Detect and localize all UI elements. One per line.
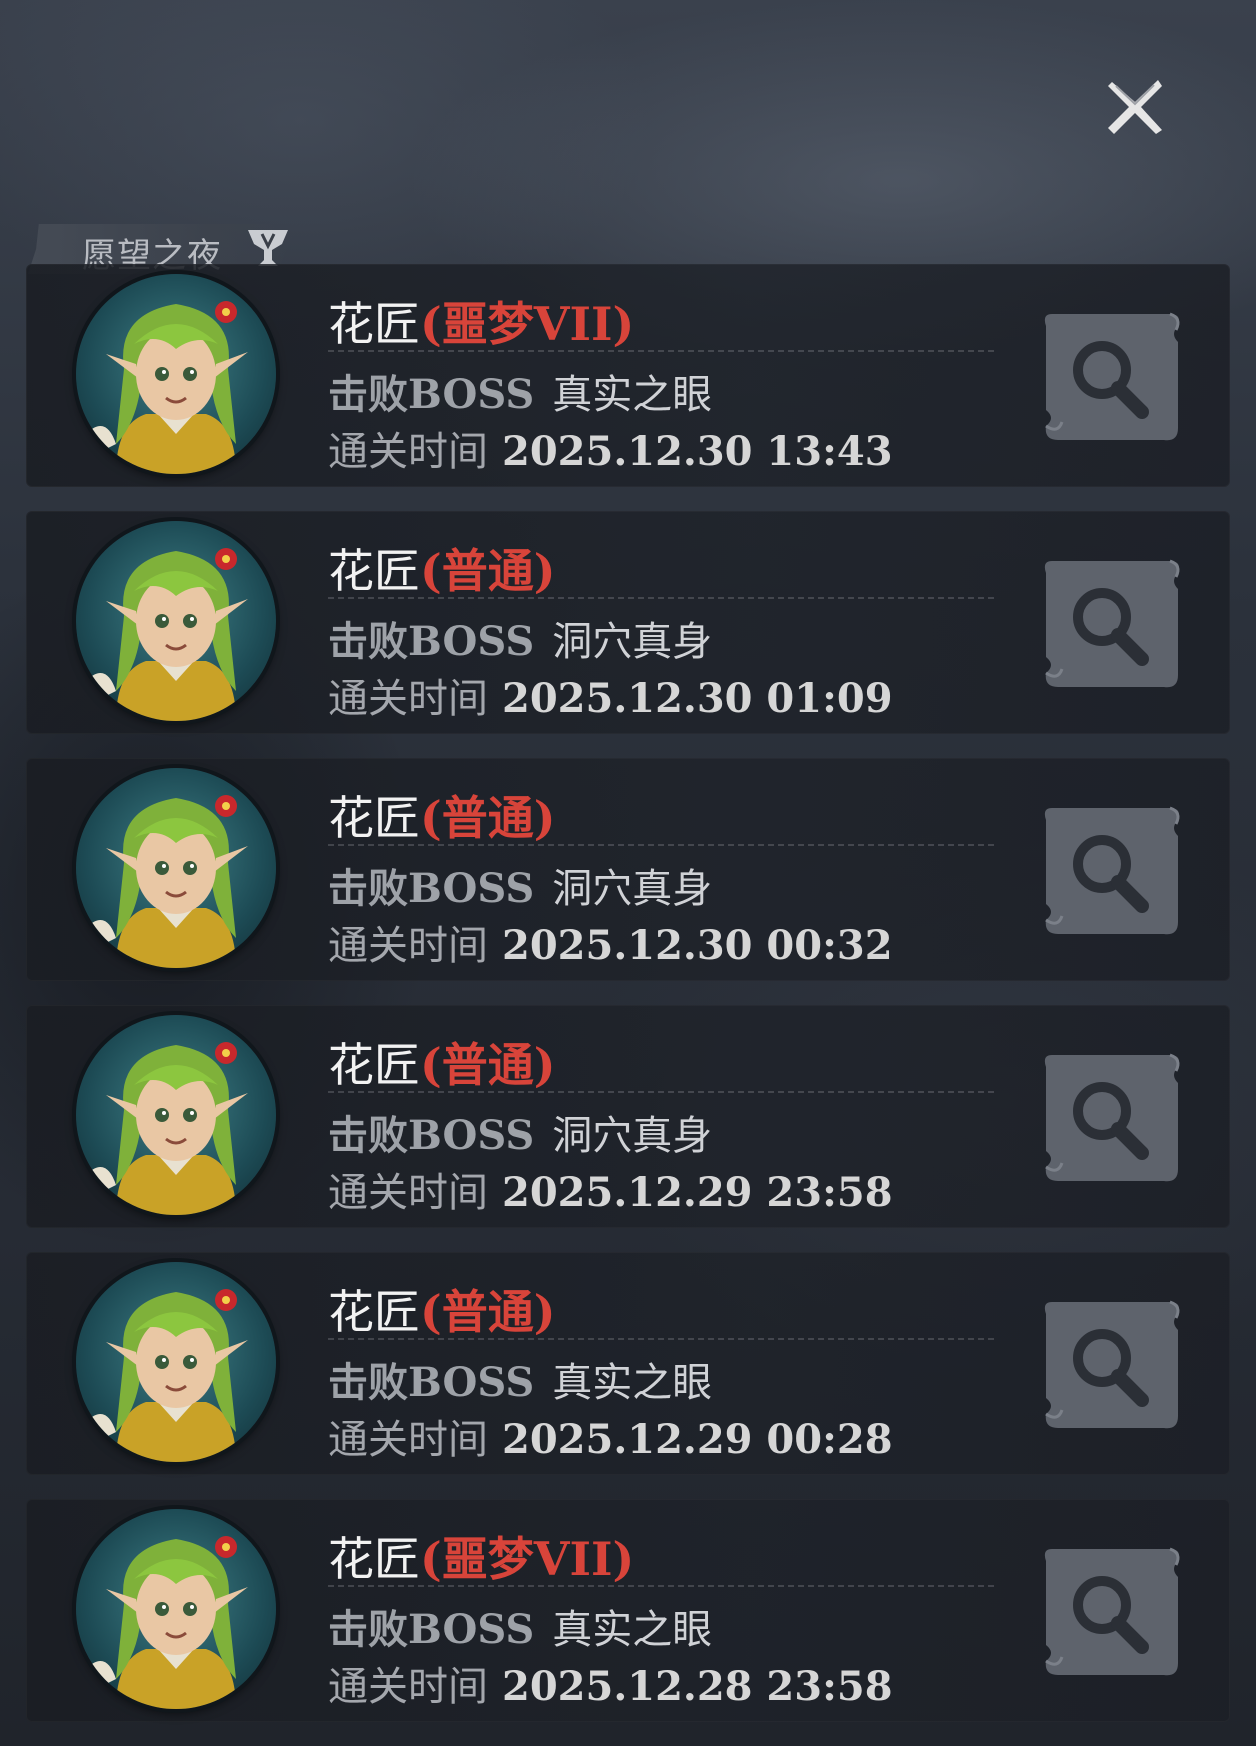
gardener-portrait-icon: [86, 1536, 248, 1709]
clear-time: 2025.12.28 23:58: [502, 1663, 893, 1710]
view-detail-button[interactable]: [1038, 1049, 1184, 1187]
clear-time: 2025.12.29 00:28: [502, 1416, 893, 1463]
hero-avatar: [76, 521, 276, 721]
difficulty-label: (噩梦VII): [420, 1532, 635, 1586]
record-title: 花匠(普通): [328, 1276, 556, 1342]
difficulty-label: (普通): [420, 791, 556, 845]
boss-name: 真实之眼: [552, 1360, 713, 1406]
clear-time: 2025.12.30 01:09: [502, 675, 893, 722]
boss-label: 击败BOSS: [328, 1112, 535, 1159]
hero-avatar: [76, 1262, 276, 1462]
boss-line: 击败BOSS 洞穴真身: [328, 609, 712, 667]
gardener-portrait-icon: [86, 301, 248, 474]
clear-time-label: 通关时间: [328, 1170, 488, 1216]
boss-label: 击败BOSS: [328, 865, 535, 912]
clear-time-label: 通关时间: [328, 429, 488, 475]
divider: [328, 1091, 994, 1093]
record-title: 花匠(普通): [328, 1029, 556, 1095]
hero-name: 花匠: [328, 1532, 420, 1586]
record-list: 花匠(噩梦VII) 击败BOSS 真实之眼 通关时间 2025.12.30 13:4…: [26, 264, 1230, 1746]
magnifier-icon: [1044, 559, 1180, 688]
divider: [328, 597, 994, 599]
divider: [328, 350, 994, 352]
boss-label: 击败BOSS: [328, 618, 535, 665]
view-detail-button[interactable]: [1038, 802, 1184, 940]
boss-label: 击败BOSS: [328, 1359, 535, 1406]
clear-time-label: 通关时间: [328, 676, 488, 722]
view-detail-button[interactable]: [1038, 1296, 1184, 1434]
boss-name: 真实之眼: [552, 372, 713, 418]
magnifier-icon: [1044, 806, 1180, 935]
time-line: 通关时间 2025.12.29 23:58: [328, 1160, 893, 1218]
record-card: 花匠(普通) 击败BOSS 洞穴真身 通关时间 2025.12.30 01:09: [26, 511, 1230, 734]
hero-avatar: [76, 768, 276, 968]
clear-time: 2025.12.30 00:32: [502, 922, 893, 969]
boss-name: 洞穴真身: [552, 619, 713, 665]
divider: [328, 1585, 994, 1587]
time-line: 通关时间 2025.12.30 00:32: [328, 913, 893, 971]
clear-time-label: 通关时间: [328, 923, 488, 969]
hero-avatar: [76, 1509, 276, 1709]
record-card: 花匠(普通) 击败BOSS 真实之眼 通关时间 2025.12.29 00:28: [26, 1252, 1230, 1475]
magnifier-icon: [1044, 1300, 1180, 1429]
boss-name: 洞穴真身: [552, 866, 713, 912]
time-line: 通关时间 2025.12.30 01:09: [328, 666, 893, 724]
boss-name: 真实之眼: [552, 1607, 713, 1653]
boss-line: 击败BOSS 洞穴真身: [328, 856, 712, 914]
view-detail-button[interactable]: [1038, 1543, 1184, 1681]
difficulty-label: (普通): [420, 1038, 556, 1092]
time-line: 通关时间 2025.12.28 23:58: [328, 1654, 893, 1712]
record-title: 花匠(噩梦VII): [328, 288, 634, 354]
gardener-portrait-icon: [86, 1042, 248, 1215]
record-card: 花匠(噩梦VII) 击败BOSS 真实之眼 通关时间 2025.12.28 23:5…: [26, 1499, 1230, 1722]
hero-name: 花匠: [328, 297, 420, 351]
view-detail-button[interactable]: [1038, 555, 1184, 693]
boss-name: 洞穴真身: [552, 1113, 713, 1159]
gardener-portrait-icon: [86, 548, 248, 721]
boss-label: 击败BOSS: [328, 1606, 535, 1653]
difficulty-label: (普通): [420, 1285, 556, 1339]
hero-name: 花匠: [328, 791, 420, 845]
close-icon: [1108, 80, 1162, 134]
boss-line: 击败BOSS 洞穴真身: [328, 1103, 712, 1161]
record-title: 花匠(噩梦VII): [328, 1523, 634, 1589]
close-button[interactable]: [1098, 70, 1172, 144]
gardener-portrait-icon: [86, 1289, 248, 1462]
magnifier-icon: [1044, 1547, 1180, 1676]
record-card: 花匠(噩梦VII) 击败BOSS 真实之眼 通关时间 2025.12.30 13:4…: [26, 264, 1230, 487]
hero-avatar: [76, 1015, 276, 1215]
hero-name: 花匠: [328, 544, 420, 598]
record-title: 花匠(普通): [328, 782, 556, 848]
view-detail-button[interactable]: [1038, 308, 1184, 446]
boss-line: 击败BOSS 真实之眼: [328, 1350, 712, 1408]
record-title: 花匠(普通): [328, 535, 556, 601]
clear-time-label: 通关时间: [328, 1664, 488, 1710]
hero-avatar: [76, 274, 276, 474]
divider: [328, 1338, 994, 1340]
boss-label: 击败BOSS: [328, 371, 535, 418]
record-card: 花匠(普通) 击败BOSS 洞穴真身 通关时间 2025.12.30 00:32: [26, 758, 1230, 981]
difficulty-label: (噩梦VII): [420, 297, 635, 351]
boss-line: 击败BOSS 真实之眼: [328, 1597, 712, 1655]
difficulty-label: (普通): [420, 544, 556, 598]
magnifier-icon: [1044, 1053, 1180, 1182]
hero-name: 花匠: [328, 1285, 420, 1339]
clear-time: 2025.12.30 13:43: [502, 428, 893, 475]
gardener-portrait-icon: [86, 795, 248, 968]
clear-time-label: 通关时间: [328, 1417, 488, 1463]
hero-name: 花匠: [328, 1038, 420, 1092]
divider: [328, 844, 994, 846]
boss-line: 击败BOSS 真实之眼: [328, 362, 712, 420]
magnifier-icon: [1044, 312, 1180, 441]
time-line: 通关时间 2025.12.30 13:43: [328, 419, 893, 477]
clear-time: 2025.12.29 23:58: [502, 1169, 893, 1216]
record-card: 花匠(普通) 击败BOSS 洞穴真身 通关时间 2025.12.29 23:58: [26, 1005, 1230, 1228]
time-line: 通关时间 2025.12.29 00:28: [328, 1407, 893, 1465]
